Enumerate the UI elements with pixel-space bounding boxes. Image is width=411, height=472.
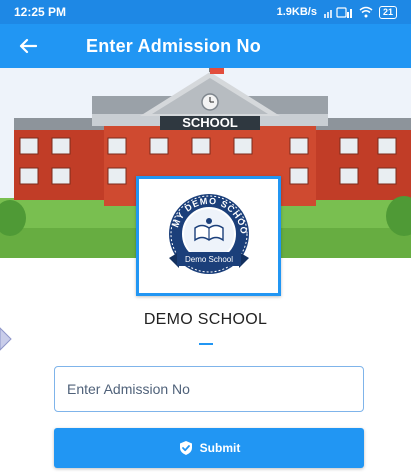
title-underline — [199, 343, 213, 345]
back-button[interactable] — [0, 24, 56, 68]
wifi-icon — [359, 6, 373, 18]
status-bar: 12:25 PM 1.9KB/s 21 — [0, 0, 411, 24]
submit-button-label: Submit — [199, 441, 241, 455]
chevron-right-icon — [0, 327, 12, 351]
battery-icon: 21 — [378, 5, 397, 19]
school-sign-text: SCHOOL — [182, 115, 238, 130]
signal-icon — [323, 7, 352, 18]
status-icons: 1.9KB/s 21 — [276, 5, 397, 19]
submit-button[interactable]: Submit — [54, 428, 364, 468]
shield-check-icon — [179, 441, 192, 455]
arrow-left-icon — [19, 38, 37, 54]
school-name: DEMO SCHOOL — [143, 311, 268, 328]
admission-number-input[interactable] — [54, 366, 364, 412]
page-title: Enter Admission No — [86, 35, 261, 56]
school-logo: MY DEMO SCHOOL Demo School — [161, 188, 249, 274]
logo-ribbon-text: Demo School — [184, 255, 232, 264]
network-speed: 1.9KB/s — [276, 6, 317, 18]
app-bar: Enter Admission No — [0, 24, 411, 68]
school-logo-card: MY DEMO SCHOOL Demo School — [136, 176, 281, 296]
status-time: 12:25 PM — [14, 5, 67, 19]
